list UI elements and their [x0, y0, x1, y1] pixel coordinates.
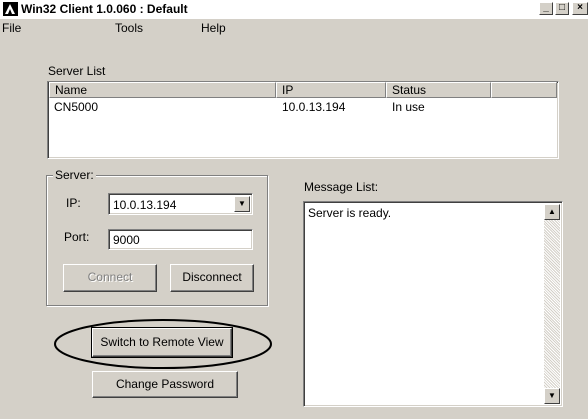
minimize-button[interactable]: _: [539, 2, 553, 15]
maximize-icon: □: [558, 2, 566, 13]
row-status: In use: [392, 100, 425, 114]
row-name: CN5000: [54, 100, 99, 114]
menu-file[interactable]: File: [2, 21, 21, 35]
minimize-icon: _: [543, 2, 549, 13]
column-header-filler: [491, 82, 557, 98]
port-label: Port:: [64, 230, 90, 244]
dropdown-arrow-button[interactable]: ▼: [234, 196, 250, 212]
scroll-up-button[interactable]: ▲: [544, 204, 560, 220]
disconnect-button[interactable]: Disconnect: [170, 264, 254, 292]
maximize-button[interactable]: □: [555, 2, 569, 15]
change-password-button[interactable]: Change Password: [92, 371, 238, 398]
port-value: 9000: [113, 233, 140, 247]
ip-value: 10.0.13.194: [113, 198, 177, 212]
close-button[interactable]: ×: [572, 2, 588, 15]
connect-button[interactable]: Connect: [63, 264, 157, 292]
app-icon: [3, 2, 18, 16]
message-line: Server is ready.: [308, 206, 392, 220]
column-header-name[interactable]: Name: [49, 82, 276, 98]
menu-tools[interactable]: Tools: [115, 21, 143, 35]
column-header-ip[interactable]: IP: [276, 82, 386, 98]
chevron-down-icon: ▼: [238, 199, 246, 208]
message-list[interactable]: Server is ready. ▲ ▼: [303, 201, 563, 407]
chevron-up-icon: ▲: [548, 207, 556, 216]
switch-to-remote-view-button[interactable]: Switch to Remote View: [91, 327, 233, 358]
row-ip: 10.0.13.194: [282, 100, 346, 114]
message-scrollbar[interactable]: [544, 204, 560, 404]
chevron-down-icon: ▼: [548, 391, 556, 400]
ip-label: IP:: [66, 196, 81, 210]
column-header-status[interactable]: Status: [386, 82, 491, 98]
title-bar: Win32 Client 1.0.060 : Default _ □ ×: [0, 0, 588, 19]
message-list-label: Message List:: [304, 180, 379, 194]
server-list-label: Server List: [48, 64, 106, 78]
menu-bar: File Tools Help: [0, 19, 588, 36]
port-input[interactable]: 9000: [108, 229, 253, 250]
table-row[interactable]: CN5000 10.0.13.194 In use: [49, 99, 557, 115]
window-title: Win32 Client 1.0.060 : Default: [21, 2, 188, 16]
server-group-label: Server:: [53, 168, 96, 182]
menu-help[interactable]: Help: [201, 21, 226, 35]
scroll-down-button[interactable]: ▼: [544, 388, 560, 404]
close-icon: ×: [577, 2, 583, 13]
server-list[interactable]: Name IP Status CN5000 10.0.13.194 In use: [47, 81, 559, 159]
ip-dropdown[interactable]: 10.0.13.194 ▼: [108, 193, 253, 215]
